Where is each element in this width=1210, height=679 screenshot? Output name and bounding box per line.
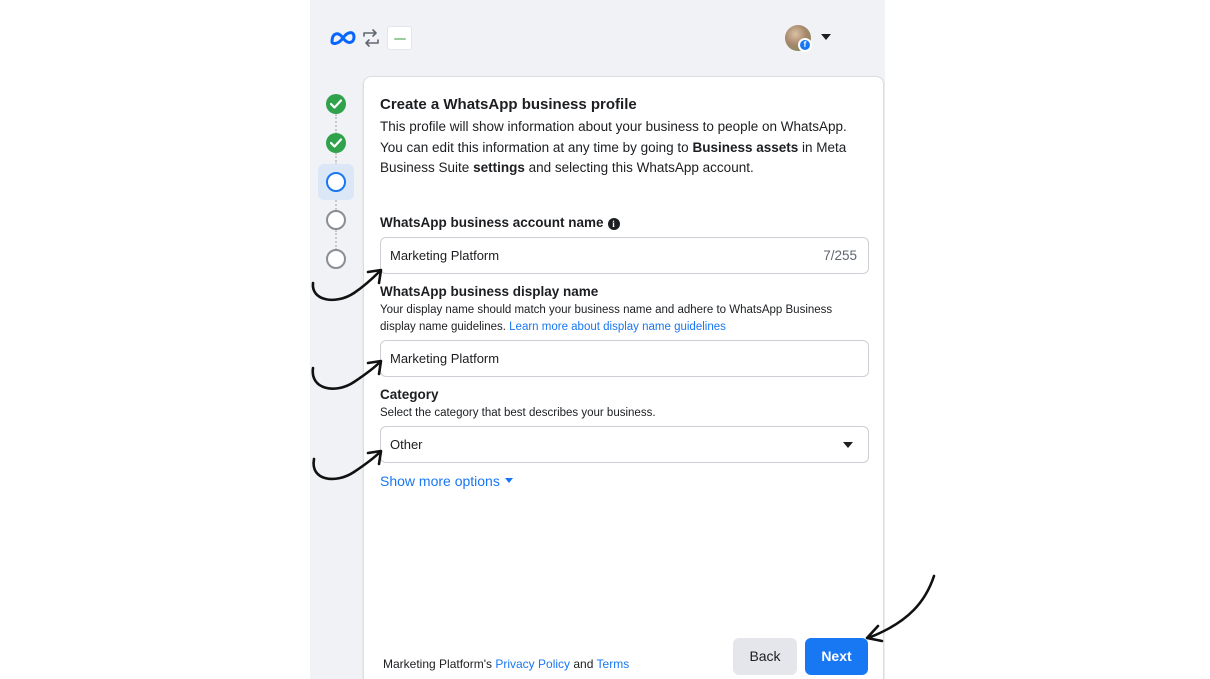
chevron-down-icon[interactable]	[821, 34, 831, 40]
next-button[interactable]: Next	[805, 638, 868, 675]
info-icon[interactable]: i	[607, 218, 620, 230]
step-todo-icon	[326, 210, 346, 230]
step-complete-icon	[326, 94, 346, 114]
back-button[interactable]: Back	[733, 638, 797, 675]
chevron-down-icon	[843, 442, 853, 448]
terms-link[interactable]: Terms	[597, 657, 630, 671]
account-name-input[interactable]: Marketing Platform 7/255	[380, 237, 869, 274]
privacy-policy-link[interactable]: Privacy Policy	[495, 657, 570, 671]
display-name-help: Your display name should match your busi…	[380, 304, 833, 333]
facebook-badge-icon: f	[798, 38, 812, 52]
annotation-arrow-icon	[311, 268, 383, 302]
footer-policy-text: Marketing Platform's Privacy Policy and …	[383, 657, 630, 671]
category-label: Category	[380, 387, 439, 402]
step-connector	[335, 200, 337, 210]
business-logo[interactable]	[387, 26, 412, 50]
step-current-icon	[326, 172, 346, 192]
display-name-value: Marketing Platform	[390, 351, 500, 366]
profile-form-card: Create a WhatsApp business profile This …	[363, 76, 884, 679]
step-connector	[335, 114, 337, 134]
annotation-arrow-icon	[311, 359, 383, 390]
step-complete-icon	[326, 133, 346, 153]
intro-text: This profile will show information about…	[380, 119, 847, 175]
top-bar: f	[310, 0, 885, 76]
category-select[interactable]: Other	[380, 426, 869, 463]
show-more-options-link[interactable]: Show more options	[380, 473, 513, 489]
category-value: Other	[390, 437, 423, 452]
display-name-input[interactable]: Marketing Platform	[380, 340, 869, 377]
business-suite-window: f Create a WhatsApp business profile Thi…	[310, 0, 885, 679]
account-name-label: WhatsApp business account name i	[380, 215, 620, 230]
swap-arrows-icon[interactable]	[361, 28, 381, 48]
page-title: Create a WhatsApp business profile	[380, 96, 637, 113]
annotation-arrow-icon	[312, 449, 383, 481]
meta-logo-icon[interactable]	[329, 27, 357, 49]
display-name-guidelines-link[interactable]: Learn more about display name guidelines	[509, 321, 726, 333]
step-connector	[335, 230, 337, 250]
caret-down-icon	[504, 478, 513, 483]
category-help: Select the category that best describes …	[380, 407, 656, 419]
character-counter: 7/255	[823, 248, 857, 263]
annotation-arrow-icon	[865, 574, 936, 643]
display-name-label: WhatsApp business display name	[380, 284, 599, 299]
account-name-value: Marketing Platform	[390, 248, 500, 263]
